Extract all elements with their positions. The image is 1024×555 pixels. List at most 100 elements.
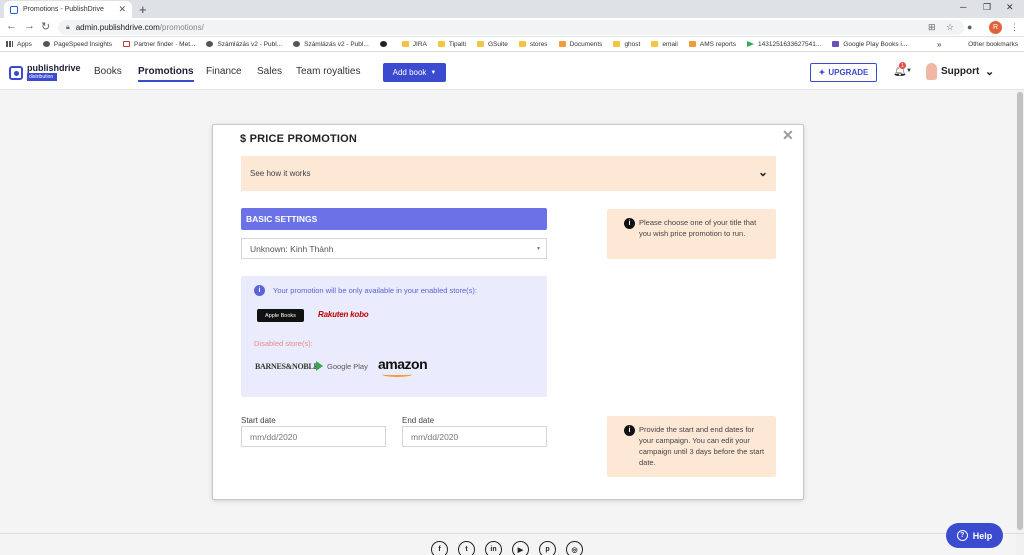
amazon-smile-icon [382,372,412,377]
bookmark-pagespeed[interactable]: PageSpeed Insights [42,41,112,48]
address-bar[interactable]: 🔒︎ admin.publishdrive.com/promotions/ [58,20,964,35]
help-button[interactable]: ? Help [946,523,1003,548]
bookmark-star-icon[interactable]: ☆ [946,22,954,33]
end-date-label: End date [402,416,435,425]
bookmarks-bar: Apps PageSpeed Insights Partner finder ·… [0,37,1024,52]
nav-sales[interactable]: Sales [257,66,282,77]
app-header: publishdrive distribution Books Promotion… [0,52,1024,90]
forward-icon[interactable]: → [24,20,35,32]
more-bookmarks-icon[interactable]: » [937,40,941,49]
footer-divider [0,533,1024,534]
other-bookmarks[interactable]: Other bookmarks [968,41,1018,48]
extension-icon[interactable]: ● [967,22,972,32]
caret-down-icon: ▼ [536,246,541,252]
caret-down-icon[interactable]: ▼ [906,68,912,74]
window-close-icon[interactable]: ✕ [1006,2,1014,13]
folder-icon [518,41,526,47]
bookmark-szamlazas-1[interactable]: Számlázás v2 - Publ... [206,41,282,48]
bookmark-gsuite[interactable]: GSuite [476,41,508,48]
close-icon[interactable]: ✕ [782,127,794,144]
bookmark-ghost[interactable]: ghost [613,41,640,48]
dates-tip: i Provide the start and end dates for yo… [607,416,776,477]
browser-tab-strip: Promotions - PublishDrive ✕ + ─ ❐ ✕ [0,0,1024,18]
nav-finance[interactable]: Finance [206,66,242,77]
info-icon: i [254,285,265,296]
nav-books[interactable]: Books [94,66,122,77]
url-host: admin.publishdrive.com [75,23,160,32]
bookmark-play-link[interactable]: 1431251633627541... [747,41,821,48]
store-availability-box: i Your promotion will be only available … [241,276,547,397]
info-icon: i [624,425,635,436]
support-menu[interactable]: Support [941,66,979,77]
folder-icon [401,41,409,47]
page-scrollbar-thumb[interactable] [1017,92,1023,530]
github-icon [379,41,387,47]
price-promotion-modal: $ PRICE PROMOTION ✕ See how it works ⌄ B… [212,124,804,500]
bookmark-szamlazas-2[interactable]: Számlázás v2 - Publ... [293,41,369,48]
bookmark-partner-finder[interactable]: Partner finder · Met... [123,41,195,48]
apps-icon [6,41,13,47]
amazon-logo: amazon [378,356,428,372]
youtube-icon[interactable]: ▶ [512,541,529,555]
minimize-icon[interactable]: ─ [960,2,966,12]
selected-title: Unknown: Kinh Thánh [250,243,334,254]
rocket-icon: ✦ [818,68,826,77]
tab-close-icon[interactable]: ✕ [118,4,126,15]
enabled-stores-info: Your promotion will be only available in… [273,286,478,295]
reload-icon[interactable]: ↻ [41,20,50,33]
instagram-icon[interactable]: ◎ [566,541,583,555]
nav-promotions[interactable]: Promotions [138,66,194,82]
notification-badge: 1 [899,62,906,69]
new-tab-icon[interactable]: + [139,2,147,17]
publishdrive-favicon-icon [10,5,18,14]
publishdrive-logo[interactable]: publishdrive distribution [9,64,81,81]
bookmark-tipalti[interactable]: Tipalti [437,41,466,48]
bookmark-stores[interactable]: stores [518,41,548,48]
globe-icon [293,41,301,47]
chevron-down-icon[interactable]: ⌄ [985,65,994,78]
apple-books-logo: Apple Books [257,309,304,322]
question-icon: ? [956,530,968,541]
linkedin-icon[interactable]: in [485,541,502,555]
bookmark-github[interactable] [379,41,391,47]
caret-down-icon: ▼ [430,69,437,76]
bookmark-email[interactable]: email [651,41,678,48]
play-icon [747,41,755,47]
chevron-down-icon[interactable]: ⌄ [758,165,768,179]
bookmark-jira[interactable]: JIRA [401,41,427,48]
see-how-it-works-label: See how it works [250,169,311,178]
logo-text: publishdrive distribution [27,63,81,81]
profile-avatar[interactable]: R [989,21,1002,34]
basic-settings-header: BASIC SETTINGS [241,208,547,230]
folder-icon [651,41,659,47]
browser-tab[interactable]: Promotions - PublishDrive ✕ [4,1,132,18]
restore-icon[interactable]: ❐ [983,2,991,13]
ams-icon [688,41,696,47]
bookmark-documents[interactable]: Documents [558,41,602,48]
pinterest-icon[interactable]: p [539,541,556,555]
bookmark-ams-reports[interactable]: AMS reports [688,41,736,48]
barnes-noble-logo: BARNES&NOBLE [255,362,319,371]
nav-team-royalties[interactable]: Team royalties [296,66,360,77]
upgrade-button[interactable]: ✦ UPGRADE [810,63,877,82]
title-select[interactable]: Unknown: Kinh Thánh ▼ [241,238,547,259]
end-date-input[interactable]: mm/dd/2020 [402,426,547,447]
add-book-button[interactable]: Add book ▼ [383,63,446,82]
start-date-input[interactable]: mm/dd/2020 [241,426,386,447]
twitter-icon[interactable]: t [458,541,475,555]
back-icon[interactable]: ← [6,20,17,32]
see-how-it-works-panel[interactable]: See how it works ⌄ [241,156,776,191]
bookmark-apps[interactable]: Apps [6,41,32,48]
modal-title: $ PRICE PROMOTION [240,133,358,145]
title-tip: i Please choose one of your title that y… [607,209,776,259]
folder-icon [437,41,445,47]
rakuten-kobo-logo: Rakuten kobo [318,310,369,319]
disabled-stores-label: Disabled store(s): [254,339,313,348]
facebook-icon[interactable]: f [431,541,448,555]
pagespeed-icon [42,41,50,47]
folder-icon [613,41,621,47]
support-avatar [926,63,937,80]
bookmark-play-books[interactable]: Google Play Books i... [832,41,907,48]
translate-icon[interactable]: ⊞ [928,22,936,33]
browser-menu-icon[interactable]: ⋮ [1010,22,1019,33]
